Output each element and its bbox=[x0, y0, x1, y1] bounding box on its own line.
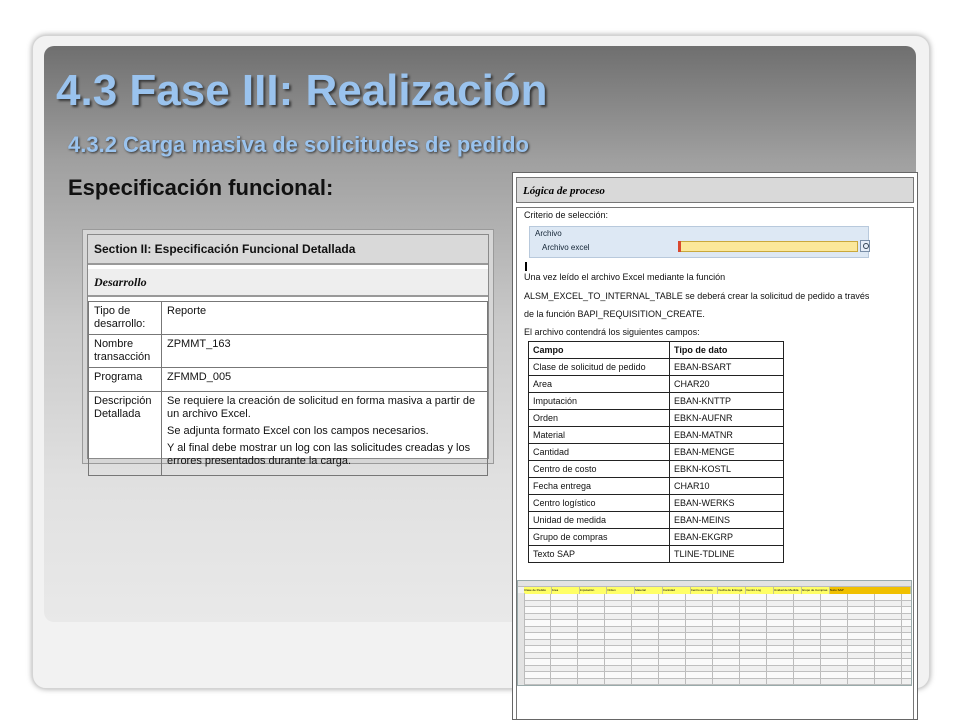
spec-section-title: Section II: Especificación Funcional Det… bbox=[88, 235, 488, 265]
campo-cell: Unidad de medida bbox=[528, 511, 670, 529]
text-cursor bbox=[525, 262, 527, 271]
campos-row: Centro de costo EBKN-KOSTL bbox=[528, 460, 784, 478]
tipo-cell: EBAN-MEINS bbox=[669, 511, 784, 529]
spec-row-value-text: Y al final debe mostrar un log con las s… bbox=[167, 442, 471, 467]
tipo-cell: EBAN-WERKS bbox=[669, 494, 784, 512]
excel-data-rows bbox=[524, 594, 911, 686]
excel-header-row: Clase de Pedido Area Imputación Orden Materi… bbox=[524, 587, 911, 594]
campos-row: Unidad de medida EBAN-MEINS bbox=[528, 511, 784, 529]
section-heading: Especificación funcional: bbox=[68, 175, 334, 200]
excel-header-cell: Unidad de Medida bbox=[774, 587, 802, 594]
spec-row: Programa ZFMMD_005 bbox=[88, 367, 488, 392]
spec-row-label: Tipo de desarrollo: bbox=[88, 301, 162, 335]
logic-header: Lógica de proceso bbox=[516, 177, 914, 203]
archivo-group-title: Archivo bbox=[535, 229, 562, 238]
campo-cell: Cantidad bbox=[528, 443, 670, 461]
tipo-cell: CHAR20 bbox=[669, 375, 784, 393]
campo-cell: Grupo de compras bbox=[528, 528, 670, 546]
excel-header-cell: Fecha de Entrega bbox=[718, 587, 747, 594]
spec-row: Nombre transacción ZPMMT_163 bbox=[88, 334, 488, 368]
excel-format-preview: Clase de Pedido Area Imputación Orden Materi… bbox=[517, 580, 912, 686]
tipo-cell: EBAN-BSART bbox=[669, 358, 784, 376]
excel-header-cell: Orden bbox=[607, 587, 636, 594]
browse-file-icon[interactable] bbox=[860, 240, 870, 252]
campos-row: Orden EBKN-AUFNR bbox=[528, 409, 784, 427]
tipo-cell: EBAN-MATNR bbox=[669, 426, 784, 444]
campo-cell: Area bbox=[528, 375, 670, 393]
campos-header-row: Campo Tipo de dato bbox=[528, 341, 784, 359]
campo-cell: Centro logístico bbox=[528, 494, 670, 512]
spec-row-value: ZFMMD_005 bbox=[161, 367, 488, 392]
campos-row: Centro logístico EBAN-WERKS bbox=[528, 494, 784, 512]
spec-table: Section II: Especificación Funcional Det… bbox=[87, 234, 489, 476]
campos-table: Campo Tipo de dato Clase de solicitud de… bbox=[528, 341, 784, 563]
campos-row: Fecha entrega CHAR10 bbox=[528, 477, 784, 495]
spec-row-value-text: ZPMMT_163 bbox=[167, 338, 231, 350]
campo-cell: Orden bbox=[528, 409, 670, 427]
tipo-cell: EBKN-KOSTL bbox=[669, 460, 784, 478]
archivo-excel-label: Archivo excel bbox=[542, 243, 590, 252]
campos-row: Clase de solicitud de pedido EBAN-BSART bbox=[528, 358, 784, 376]
tipo-cell: CHAR10 bbox=[669, 477, 784, 495]
campos-row: Area CHAR20 bbox=[528, 375, 784, 393]
tipo-cell: EBKN-AUFNR bbox=[669, 409, 784, 427]
spec-desarrollo-label: Desarrollo bbox=[88, 269, 488, 297]
spec-row-label: Nombre transacción bbox=[88, 334, 162, 368]
excel-header-cell: Centro Log bbox=[746, 587, 775, 594]
tipo-cell: EBAN-EKGRP bbox=[669, 528, 784, 546]
spec-details-table: Tipo de desarrollo: Reporte Nombre transac… bbox=[88, 301, 488, 476]
spec-row-value-text: Se requiere la creación de solicitud en … bbox=[167, 395, 476, 420]
spec-row-value: Reporte bbox=[161, 301, 488, 335]
campo-cell: Fecha entrega bbox=[528, 477, 670, 495]
campo-header: Campo bbox=[528, 341, 670, 359]
excel-header-cell: Area bbox=[552, 587, 580, 594]
excel-header-cell: Material bbox=[635, 587, 663, 594]
campos-row: Texto SAP TLINE-TDLINE bbox=[528, 545, 784, 563]
campo-cell: Clase de solicitud de pedido bbox=[528, 358, 670, 376]
campos-row: Grupo de compras EBAN-EKGRP bbox=[528, 528, 784, 546]
spec-row: Tipo de desarrollo: Reporte bbox=[88, 301, 488, 335]
process-logic-image: Lógica de proceso Criterio de selección:… bbox=[512, 172, 918, 720]
campos-row: Cantidad EBAN-MENGE bbox=[528, 443, 784, 461]
slide-title: 4.3 Fase III: Realización bbox=[56, 66, 548, 115]
spec-row-value: Se requiere la creación de solicitud en … bbox=[161, 391, 488, 476]
excel-row bbox=[524, 685, 911, 686]
spec-row-value-text: Se adjunta formato Excel con los campos … bbox=[167, 425, 429, 437]
spec-row-value-text: Reporte bbox=[167, 305, 207, 317]
tipo-cell: EBAN-KNTTP bbox=[669, 392, 784, 410]
spec-row: Descripción Detallada Se requiere la crea… bbox=[88, 391, 488, 476]
spec-row-label: Descripción Detallada bbox=[88, 391, 162, 476]
spec-row-value: ZPMMT_163 bbox=[161, 334, 488, 368]
archivo-group: Archivo Archivo excel bbox=[529, 226, 870, 258]
logic-paragraph-1: Una vez leído el archivo Excel mediante … bbox=[524, 272, 726, 282]
spec-row-label: Programa bbox=[88, 367, 162, 392]
tipo-cell: TLINE-TDLINE bbox=[669, 545, 784, 563]
campo-cell: Centro de costo bbox=[528, 460, 670, 478]
excel-header-cell: Cantidad bbox=[663, 587, 691, 594]
logic-paragraph-3: de la función BAPI_REQUISITION_CREATE. bbox=[524, 309, 705, 319]
campos-row: Material EBAN-MATNR bbox=[528, 426, 784, 444]
criterio-label: Criterio de selección: bbox=[524, 210, 609, 220]
excel-header-cell: Texto SAP bbox=[829, 587, 911, 594]
excel-header-cell: Imputación bbox=[580, 587, 608, 594]
logic-paragraph-4: El archivo contendrá los siguientes camp… bbox=[524, 327, 700, 337]
tipo-header: Tipo de dato bbox=[669, 341, 784, 359]
tipo-cell: EBAN-MENGE bbox=[669, 443, 784, 461]
excel-header-cell: Clase de Pedido bbox=[524, 587, 552, 594]
campos-row: Imputación EBAN-KNTTP bbox=[528, 392, 784, 410]
campo-cell: Imputación bbox=[528, 392, 670, 410]
excel-row-numbers bbox=[518, 593, 525, 685]
archivo-excel-input[interactable] bbox=[678, 241, 858, 252]
campo-cell: Texto SAP bbox=[528, 545, 670, 563]
campo-cell: Material bbox=[528, 426, 670, 444]
logic-paragraph-2: ALSM_EXCEL_TO_INTERNAL_TABLE se deberá c… bbox=[524, 291, 870, 301]
spec-row-value-text: ZFMMD_005 bbox=[167, 371, 232, 383]
excel-header-cell: Grupo de Compras bbox=[802, 587, 830, 594]
excel-header-cell: Centro de Costo bbox=[691, 587, 719, 594]
slide-subtitle: 4.3.2 Carga masiva de solicitudes de ped… bbox=[68, 132, 529, 157]
spec-table-image: Section II: Especificación Funcional Det… bbox=[82, 229, 494, 476]
